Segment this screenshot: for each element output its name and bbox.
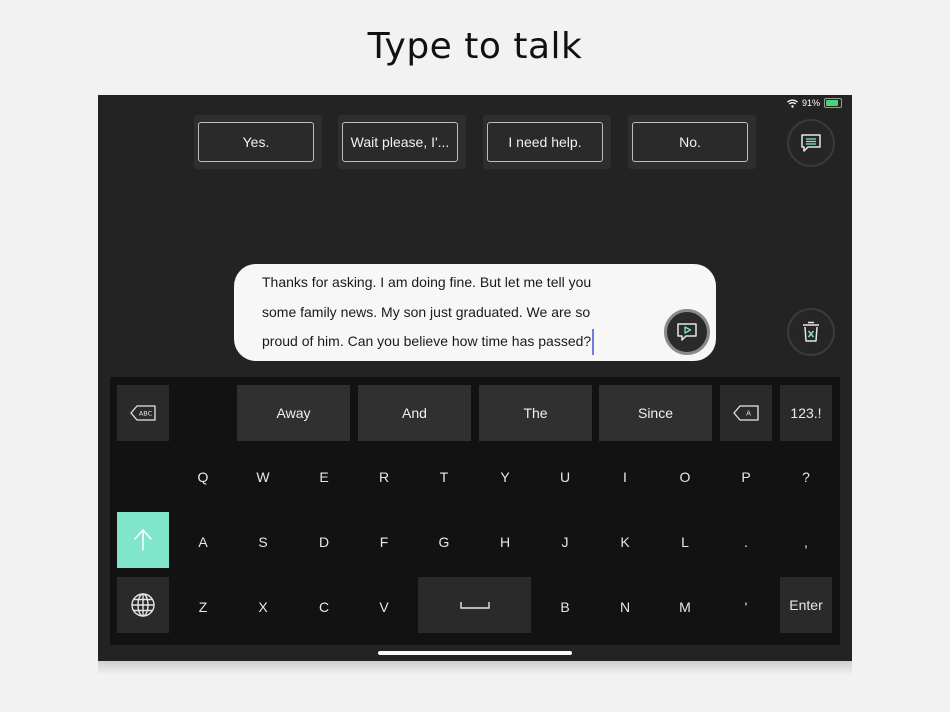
delete-word-key[interactable]: ABC	[117, 385, 169, 441]
battery-charging-icon	[824, 98, 842, 108]
key-i[interactable]: I	[599, 447, 651, 507]
quick-phrase-slot: I need help.	[483, 115, 611, 169]
phrases-button[interactable]	[787, 119, 835, 167]
clear-button[interactable]	[787, 308, 835, 356]
key-s[interactable]: S	[237, 512, 289, 572]
quick-phrase-slot: No.	[628, 115, 756, 169]
text-cursor	[592, 329, 595, 356]
key-x[interactable]: X	[237, 577, 289, 637]
key-apostrophe[interactable]: '	[720, 577, 772, 637]
headline: Type to talk	[367, 26, 583, 67]
quick-phrase-slot: Yes.	[194, 115, 322, 169]
status-bar: 91%	[787, 98, 842, 108]
space-key[interactable]	[418, 577, 531, 633]
delete-word-abc-icon: ABC	[130, 405, 156, 421]
prediction-key[interactable]: And	[358, 385, 471, 441]
key-b[interactable]: B	[539, 577, 591, 637]
trash-clear-icon	[803, 321, 819, 342]
key-q[interactable]: Q	[177, 447, 229, 507]
keyboard: ABC Away And The Since A 123.! Q W E R T…	[110, 377, 840, 645]
key-e[interactable]: E	[298, 447, 350, 507]
shift-arrow-icon	[134, 529, 152, 551]
key-m[interactable]: M	[659, 577, 711, 637]
shift-key[interactable]	[117, 512, 169, 568]
key-p[interactable]: P	[720, 447, 772, 507]
key-a[interactable]: A	[177, 512, 229, 572]
prediction-key[interactable]: Since	[599, 385, 712, 441]
message-text[interactable]: Thanks for asking. I am doing fine. But …	[262, 274, 591, 349]
key-l[interactable]: L	[659, 512, 711, 572]
enter-key[interactable]: Enter	[780, 577, 832, 633]
key-d[interactable]: D	[298, 512, 350, 572]
key-t[interactable]: T	[418, 447, 470, 507]
key-j[interactable]: J	[539, 512, 591, 572]
message-list-icon	[801, 134, 821, 152]
key-c[interactable]: C	[298, 577, 350, 637]
device-shadow	[98, 661, 852, 675]
delete-char-a-icon: A	[733, 405, 759, 421]
key-n[interactable]: N	[599, 577, 651, 637]
quick-phrase-button[interactable]: No.	[632, 122, 748, 162]
key-v[interactable]: V	[358, 577, 410, 637]
key-w[interactable]: W	[237, 447, 289, 507]
key-f[interactable]: F	[358, 512, 410, 572]
message-bubble[interactable]: Thanks for asking. I am doing fine. But …	[234, 264, 716, 361]
quick-phrase-button[interactable]: Yes.	[198, 122, 314, 162]
key-question[interactable]: ?	[780, 447, 832, 507]
battery-percent: 91%	[801, 98, 820, 108]
prediction-key[interactable]: Away	[237, 385, 350, 441]
speak-button[interactable]	[664, 309, 710, 355]
delete-char-key[interactable]: A	[720, 385, 772, 441]
speak-play-icon	[677, 323, 697, 341]
globe-key[interactable]	[117, 577, 169, 633]
key-r[interactable]: R	[358, 447, 410, 507]
key-k[interactable]: K	[599, 512, 651, 572]
prediction-key[interactable]: The	[479, 385, 592, 441]
key-y[interactable]: Y	[479, 447, 531, 507]
key-z[interactable]: Z	[177, 577, 229, 637]
key-g[interactable]: G	[418, 512, 470, 572]
key-h[interactable]: H	[479, 512, 531, 572]
wifi-icon	[787, 98, 798, 108]
key-comma[interactable]: ,	[780, 512, 832, 572]
globe-icon	[131, 593, 155, 617]
quick-phrase-button[interactable]: Wait please, I'...	[342, 122, 458, 162]
home-indicator[interactable]	[378, 651, 572, 655]
numbers-key[interactable]: 123.!	[780, 385, 832, 441]
quick-phrase-button[interactable]: I need help.	[487, 122, 603, 162]
svg-text:A: A	[746, 410, 751, 418]
svg-text:ABC: ABC	[139, 410, 153, 418]
space-bar-icon	[459, 602, 490, 609]
app-screen: 91% Yes. Wait please, I'... I need help.…	[98, 95, 852, 661]
key-o[interactable]: O	[659, 447, 711, 507]
key-u[interactable]: U	[539, 447, 591, 507]
key-period[interactable]: .	[720, 512, 772, 572]
quick-phrase-slot: Wait please, I'...	[338, 115, 466, 169]
